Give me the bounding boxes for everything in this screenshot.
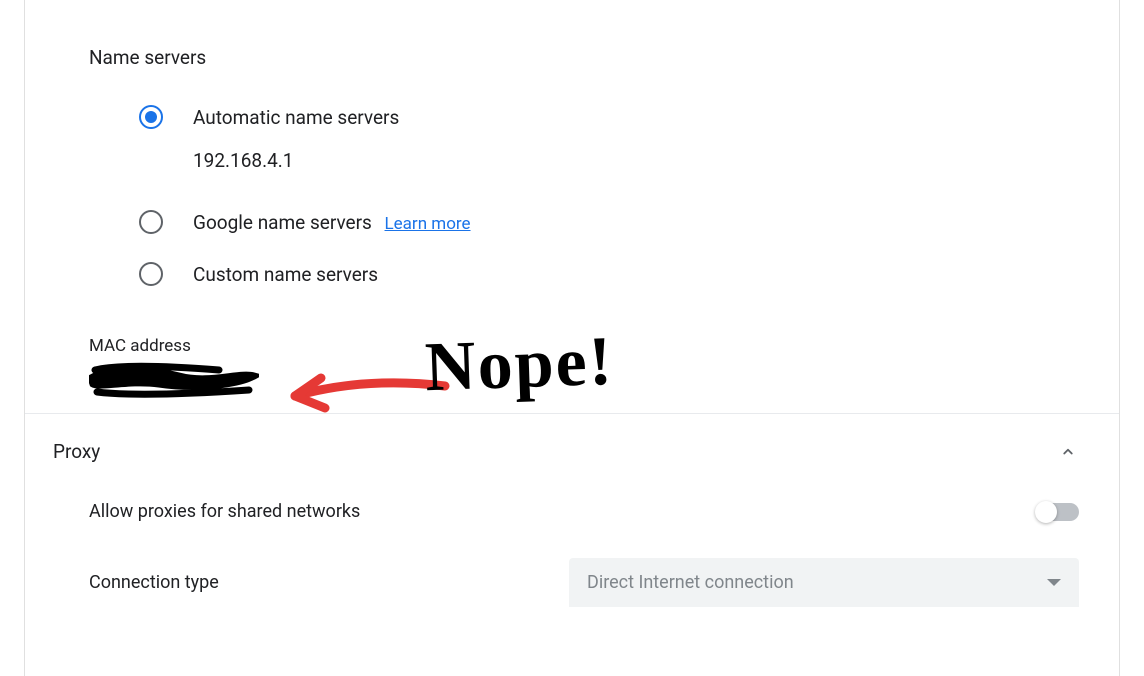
nameservers-title: Name servers [89,0,1055,105]
nameservers-radio-group: Automatic name servers 192.168.4.1 Googl… [89,105,1055,286]
proxy-expander-header[interactable]: Proxy [25,414,1119,487]
allow-proxies-label: Allow proxies for shared networks [89,501,360,522]
radio-custom-label: Custom name servers [193,263,378,286]
connection-type-value: Direct Internet connection [587,572,794,593]
radio-automatic[interactable] [139,105,163,129]
automatic-ns-value: 192.168.4.1 [193,149,1055,172]
proxy-title: Proxy [53,440,100,463]
mac-address-label: MAC address [89,314,1055,356]
chevron-up-icon [1057,441,1079,463]
chevron-down-icon [1047,579,1061,586]
radio-google[interactable] [139,210,163,234]
learn-more-link[interactable]: Learn more [385,214,471,234]
mac-address-redacted [89,362,259,398]
radio-custom[interactable] [139,262,163,286]
radio-automatic-label: Automatic name servers [193,106,399,129]
radio-google-label: Google name servers [193,211,372,234]
connection-type-select[interactable]: Direct Internet connection [569,558,1079,607]
connection-type-label: Connection type [89,572,219,593]
allow-proxies-toggle[interactable] [1037,503,1079,521]
